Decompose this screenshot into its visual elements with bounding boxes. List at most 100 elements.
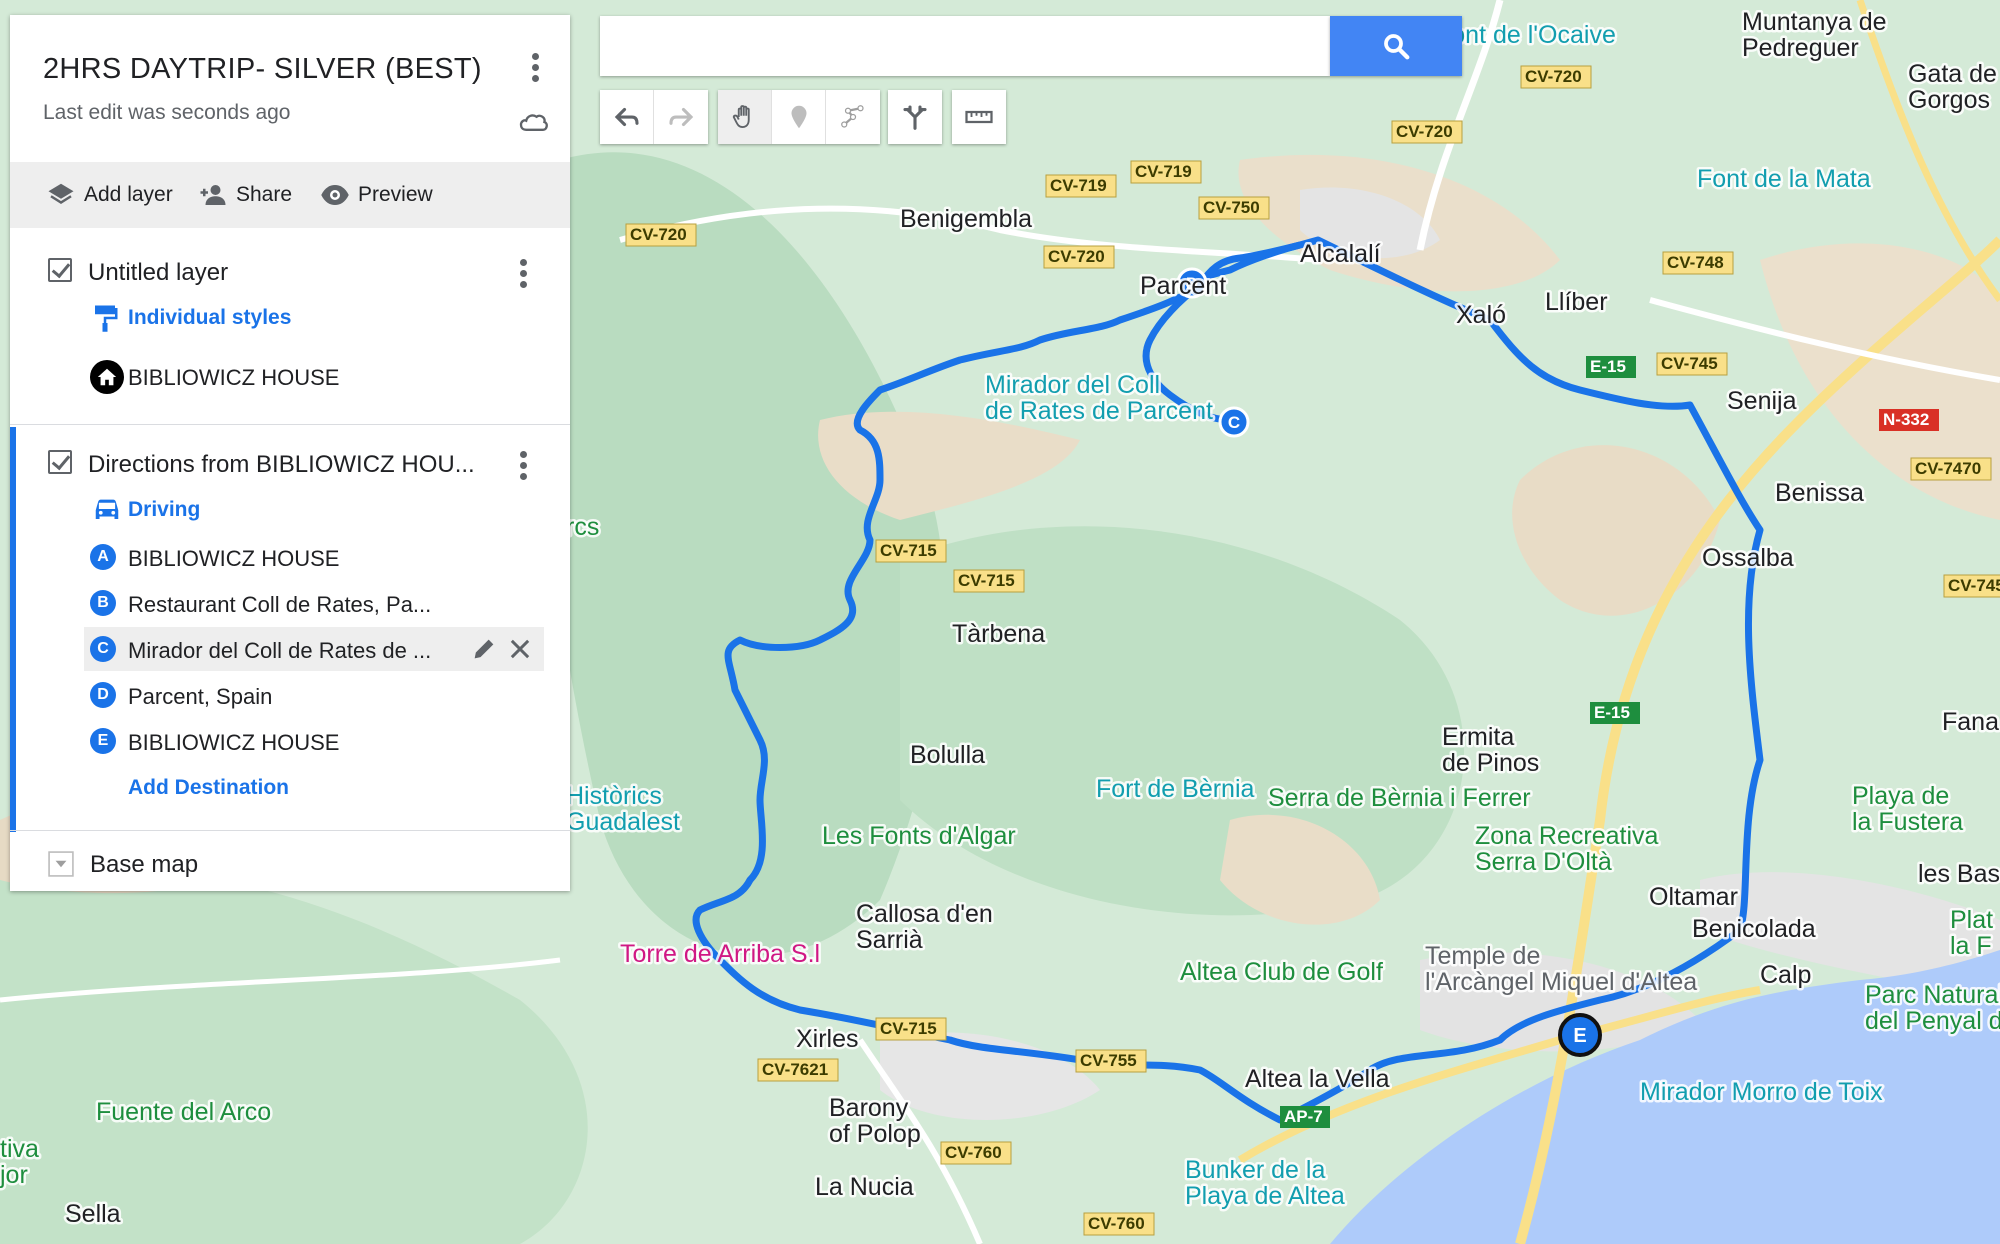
place-label-0[interactable]: Benigembla	[898, 203, 1035, 236]
stop-marker-d: D	[90, 682, 116, 708]
stop-a-label[interactable]: BIBLIOWICZ HOUSE	[128, 546, 339, 572]
place-label-16[interactable]: Oltamar	[1647, 881, 1741, 914]
road-label-3-0[interactable]: CV-748	[1667, 253, 1724, 272]
road-label-0-0[interactable]: CV-720	[630, 225, 687, 244]
poi-label-7[interactable]: Torre de Arriba S.l	[618, 938, 823, 971]
road-label-5-1[interactable]: CV-715	[880, 541, 937, 560]
poi-label-3[interactable]: Fort de Bèrnia	[1094, 773, 1258, 806]
poi-label-16[interactable]: Plat la F	[1948, 904, 1996, 963]
search-input[interactable]	[600, 16, 1330, 76]
road-label-0-2[interactable]: CV-720	[1396, 122, 1453, 141]
place-label-9[interactable]: Bolulla	[908, 739, 988, 772]
place-label-13[interactable]: La Nucia	[813, 1171, 917, 1204]
place-label-3[interactable]: Xaló	[1454, 299, 1509, 332]
directions-icon	[903, 105, 927, 130]
travel-mode-link[interactable]: Driving	[128, 498, 200, 522]
place-label-15[interactable]: Calp	[1758, 959, 1814, 992]
road-label-5-2[interactable]: CV-715	[880, 1019, 937, 1038]
road-label-7-0[interactable]: CV-7621	[762, 1060, 828, 1079]
place-label-7[interactable]: Ossalba	[1700, 542, 1797, 575]
map-options-button[interactable]	[520, 49, 550, 85]
road-label-8-0[interactable]: CV-760	[945, 1143, 1002, 1162]
place-label-1[interactable]: Parcent	[1138, 270, 1229, 303]
poi-label-1[interactable]: Font de la Mata	[1695, 163, 1874, 196]
place-label-23[interactable]: les Basse	[1916, 858, 2000, 891]
layer1-options-button[interactable]	[508, 255, 538, 291]
stop-d-label[interactable]: Parcent, Spain	[128, 684, 272, 710]
place-label-2[interactable]: Alcalalí	[1298, 238, 1384, 271]
measure-button[interactable]	[952, 90, 1006, 144]
search-icon	[1384, 34, 1410, 60]
place-label-5[interactable]: Senija	[1725, 385, 1800, 418]
route-marker-c[interactable]: C	[1218, 406, 1250, 438]
expand-base-map-icon[interactable]	[48, 851, 74, 877]
road-label-0-3[interactable]: CV-720	[1048, 247, 1105, 266]
place-label-18[interactable]: Sella	[63, 1198, 124, 1231]
close-icon[interactable]	[506, 635, 534, 663]
place-label-21[interactable]: Gata de Gorgos	[1906, 58, 2000, 117]
place-label-12[interactable]: Barony of Polop	[827, 1092, 924, 1151]
road-label-1-0[interactable]: CV-719	[1050, 176, 1107, 195]
road-label-9-0[interactable]: E-15	[1590, 357, 1626, 376]
stop-b-label[interactable]: Restaurant Coll de Rates, Pa...	[128, 592, 431, 618]
place-label-22[interactable]: Fana	[1940, 706, 2000, 739]
poi-label-17[interactable]: rcs	[564, 511, 602, 544]
draw-line-button[interactable]	[826, 90, 880, 144]
road-label-5-0[interactable]: CV-715	[958, 571, 1015, 590]
place-label-8[interactable]: Tàrbena	[950, 618, 1048, 651]
marker-icon	[791, 105, 806, 129]
panel-actions: Add layer Share Preview	[10, 162, 570, 228]
road-label-6-0[interactable]: CV-7470	[1915, 459, 1981, 478]
undo-button[interactable]	[600, 90, 654, 144]
add-directions-button[interactable]	[888, 90, 942, 144]
stop-c-label[interactable]: Mirador del Coll de Rates de ...	[128, 638, 431, 664]
base-map-divider	[10, 830, 570, 831]
road-label-2-0[interactable]: CV-750	[1203, 198, 1260, 217]
edit-icon[interactable]	[470, 635, 498, 663]
layer1-style-link[interactable]: Individual styles	[128, 306, 291, 330]
layer1-item-0[interactable]: BIBLIOWICZ HOUSE	[128, 365, 339, 391]
stop-e-label[interactable]: BIBLIOWICZ HOUSE	[128, 730, 339, 756]
search-button[interactable]	[1330, 16, 1462, 76]
layer2-options-button[interactable]	[508, 447, 538, 483]
road-label-9-1[interactable]: E-15	[1594, 703, 1630, 722]
poi-label-15[interactable]: Playa de la Fustera	[1850, 780, 1966, 839]
layer1-checkbox[interactable]	[48, 258, 72, 282]
poi-label-8[interactable]: Altea Club de Golf	[1178, 956, 1386, 989]
road-label-11-0[interactable]: AP-7	[1284, 1107, 1323, 1126]
poi-label-10[interactable]: Parc Naturaldel Penyal d'Ifac	[1863, 979, 2000, 1038]
place-label-6[interactable]: Benissa	[1773, 477, 1867, 510]
road-label-10-0[interactable]: N-332	[1883, 410, 1929, 429]
road-label-4-1[interactable]: CV-745	[1948, 576, 2000, 595]
poi-label-11[interactable]: Mirador Morro de Toix	[1638, 1076, 1886, 1109]
layer2-checkbox[interactable]	[48, 450, 72, 474]
poi-label-13[interactable]: Fuente del Arco	[94, 1096, 274, 1129]
add-layer-button[interactable]: Add layer	[46, 180, 173, 210]
poi-label-12[interactable]: Bunker de la Playa de Altea	[1183, 1154, 1348, 1213]
road-label-12-0[interactable]: CV-755	[1080, 1051, 1137, 1070]
add-destination-link[interactable]: Add Destination	[128, 776, 289, 800]
poi-label-2[interactable]: Font de l'Ocaive	[1434, 19, 1619, 52]
layer1-name[interactable]: Untitled layer	[88, 259, 228, 287]
road-label-0-1[interactable]: CV-720	[1525, 67, 1582, 86]
road-label-4-0[interactable]: CV-745	[1661, 354, 1718, 373]
place-label-4[interactable]: Llíber	[1543, 286, 1611, 319]
place-label-11[interactable]: Xirles	[794, 1023, 862, 1056]
undo-icon	[614, 107, 639, 127]
redo-button[interactable]	[654, 90, 708, 144]
layer2-name[interactable]: Directions from BIBLIOWICZ HOU...	[88, 451, 475, 479]
poi-label-4[interactable]: Serra de Bèrnia i Ferrer	[1266, 782, 1534, 815]
place-label-17[interactable]: Benicolada	[1690, 913, 1819, 946]
add-marker-button[interactable]	[772, 90, 826, 144]
poi-label-5[interactable]: Les Fonts d'Algar	[820, 820, 1019, 853]
base-map-label[interactable]: Base map	[90, 851, 198, 879]
road-label-8-1[interactable]: CV-760	[1088, 1214, 1145, 1233]
road-label-1-1[interactable]: CV-719	[1135, 162, 1192, 181]
history-controls	[600, 90, 708, 144]
pan-tool-button[interactable]	[718, 90, 772, 144]
share-button[interactable]: Share	[198, 180, 292, 210]
preview-button[interactable]: Preview	[320, 180, 433, 210]
route-marker-e[interactable]: E	[1558, 1013, 1602, 1057]
map-title[interactable]: 2HRS DAYTRIP- SILVER (BEST)	[43, 53, 482, 86]
place-label-14[interactable]: Altea la Vella	[1243, 1063, 1393, 1096]
